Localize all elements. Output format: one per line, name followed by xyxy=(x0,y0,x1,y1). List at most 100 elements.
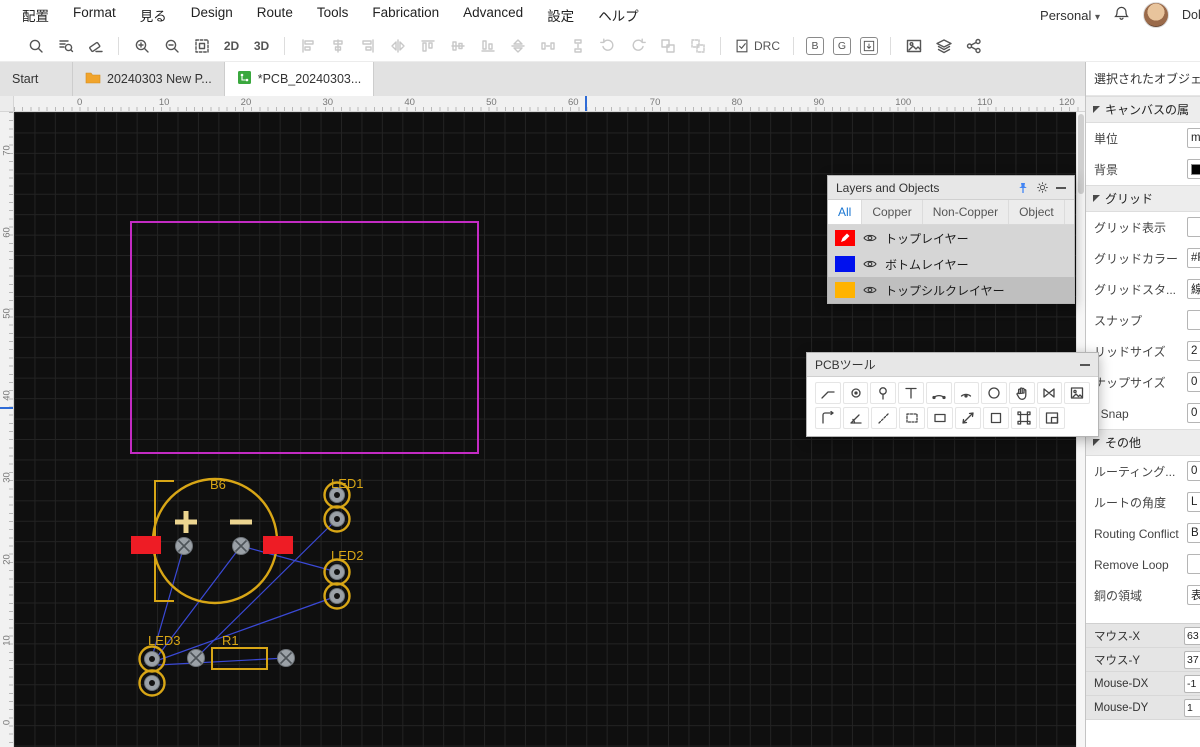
pcb-tools-titlebar[interactable]: PCBツール xyxy=(807,353,1098,377)
layer-row-top[interactable]: トップレイヤー xyxy=(828,225,1074,251)
drc-button[interactable]: DRC xyxy=(730,38,784,54)
routing-width-input[interactable]: 0 xyxy=(1187,461,1200,481)
align-middle-icon[interactable] xyxy=(444,34,471,58)
track-tool[interactable] xyxy=(815,382,841,404)
layer-color-swatch[interactable] xyxy=(835,230,855,246)
panel-tool[interactable] xyxy=(1039,407,1065,429)
align-center-horizontal-icon[interactable] xyxy=(324,34,351,58)
user-avatar[interactable] xyxy=(1143,2,1169,28)
arc-by-center-tool[interactable] xyxy=(953,382,980,404)
text-tool[interactable] xyxy=(898,382,924,404)
corner-tool[interactable] xyxy=(815,407,841,429)
component-led1[interactable]: LED1 xyxy=(323,476,364,533)
section-canvas-attributes[interactable]: キャンバスの属 xyxy=(1086,96,1200,123)
menu-item[interactable]: 見る xyxy=(128,5,179,25)
view-2d-button[interactable]: 2D xyxy=(218,34,245,58)
align-left-icon[interactable] xyxy=(294,34,321,58)
unit-input[interactable]: mm xyxy=(1187,128,1200,148)
grid-color-input[interactable]: #F xyxy=(1187,248,1200,268)
layer-stack-icon[interactable] xyxy=(930,34,957,58)
layers-tab-noncopper[interactable]: Non-Copper xyxy=(923,200,1010,224)
search-icon[interactable] xyxy=(22,34,49,58)
component-led2[interactable]: LED2 xyxy=(323,548,364,610)
distribute-vertical-icon[interactable] xyxy=(564,34,591,58)
section-grid[interactable]: グリッド xyxy=(1086,185,1200,212)
tab-pcb[interactable]: *PCB_20240303... xyxy=(224,62,375,96)
board-outline[interactable] xyxy=(130,221,479,454)
zoom-in-icon[interactable] xyxy=(128,34,155,58)
zoom-fit-icon[interactable] xyxy=(188,34,215,58)
pad-tool[interactable] xyxy=(842,382,869,404)
image-tool[interactable] xyxy=(1064,382,1091,404)
pin-icon[interactable] xyxy=(1017,182,1029,194)
ungroup-icon[interactable] xyxy=(684,34,711,58)
rect-tool[interactable] xyxy=(927,407,953,429)
layers-panel-titlebar[interactable]: Layers and Objects xyxy=(828,176,1074,200)
gear-icon[interactable] xyxy=(1036,181,1049,194)
view-3d-button[interactable]: 3D xyxy=(248,34,275,58)
measure-tool[interactable] xyxy=(955,407,981,429)
share-icon[interactable] xyxy=(960,34,987,58)
scrollbar-thumb[interactable] xyxy=(1078,114,1084,194)
menu-item[interactable]: ヘルプ xyxy=(586,5,651,25)
tab-project[interactable]: 20240303 New P... xyxy=(73,62,225,96)
via-tool[interactable] xyxy=(870,382,897,404)
align-bottom-icon[interactable] xyxy=(474,34,501,58)
copper-region-select[interactable]: 表 xyxy=(1187,585,1200,605)
layers-tab-object[interactable]: Object xyxy=(1009,200,1065,224)
snap-size-input[interactable]: 0 xyxy=(1187,372,1200,392)
eye-visible-icon[interactable] xyxy=(863,285,877,295)
section-other[interactable]: その他 xyxy=(1086,429,1200,456)
export-board-button[interactable] xyxy=(860,36,878,55)
board-outline-tool[interactable] xyxy=(1011,407,1037,429)
protractor-tool[interactable] xyxy=(843,407,869,429)
net-search-icon[interactable] xyxy=(52,34,79,58)
layers-tab-all[interactable]: All xyxy=(828,200,863,224)
distribute-horizontal-icon[interactable] xyxy=(534,34,561,58)
background-color-input[interactable] xyxy=(1187,159,1200,179)
rotate-ccw-icon[interactable] xyxy=(594,34,621,58)
menu-item[interactable]: 配置 xyxy=(10,5,61,25)
flip-horizontal-icon[interactable] xyxy=(384,34,411,58)
layer-row-bottom[interactable]: ボトムレイヤー xyxy=(828,251,1074,277)
account-menu[interactable]: Personal ▾ xyxy=(1040,8,1100,23)
notifications-bell-icon[interactable] xyxy=(1113,5,1130,25)
eye-visible-icon[interactable] xyxy=(863,259,877,269)
grid-show-input[interactable] xyxy=(1187,217,1200,237)
grid-size-input[interactable]: 2 xyxy=(1187,341,1200,361)
align-right-icon[interactable] xyxy=(354,34,381,58)
pan-tool[interactable] xyxy=(1008,382,1035,404)
rotate-cw-icon[interactable] xyxy=(624,34,651,58)
connection-tool[interactable] xyxy=(1036,382,1063,404)
gerber-button[interactable]: G xyxy=(833,36,851,55)
menu-item[interactable]: Design xyxy=(179,5,245,25)
menu-item[interactable]: 設定 xyxy=(535,5,586,25)
layer-color-swatch[interactable] xyxy=(835,256,855,272)
menu-item[interactable]: Tools xyxy=(305,5,361,25)
bom-button[interactable]: B xyxy=(806,36,824,55)
circle-tool[interactable] xyxy=(981,382,1007,404)
zoom-out-icon[interactable] xyxy=(158,34,185,58)
minimize-icon[interactable] xyxy=(1056,186,1066,189)
image-export-icon[interactable] xyxy=(900,34,927,58)
arc-tool[interactable] xyxy=(925,382,952,404)
route-angle-select[interactable]: L xyxy=(1187,492,1200,512)
region-tool[interactable] xyxy=(983,407,1009,429)
minimize-icon[interactable] xyxy=(1080,363,1090,366)
remove-loop-select[interactable] xyxy=(1187,554,1200,574)
alt-snap-input[interactable]: 0 xyxy=(1187,403,1200,423)
eye-visible-icon[interactable] xyxy=(863,233,877,243)
menu-item[interactable]: Route xyxy=(245,5,305,25)
construction-line-tool[interactable] xyxy=(871,407,897,429)
menu-item[interactable]: Advanced xyxy=(451,5,535,25)
layer-color-swatch[interactable] xyxy=(835,282,855,298)
dashed-rect-tool[interactable] xyxy=(899,407,925,429)
snap-input[interactable] xyxy=(1187,310,1200,330)
grid-style-select[interactable]: 線 xyxy=(1187,279,1200,299)
group-icon[interactable] xyxy=(654,34,681,58)
routing-conflict-select[interactable]: B xyxy=(1187,523,1200,543)
tab-start[interactable]: Start xyxy=(0,62,73,96)
layer-row-top-silk[interactable]: トップシルクレイヤー xyxy=(828,277,1074,303)
eraser-icon[interactable] xyxy=(82,34,109,58)
layers-tab-copper[interactable]: Copper xyxy=(862,200,923,224)
